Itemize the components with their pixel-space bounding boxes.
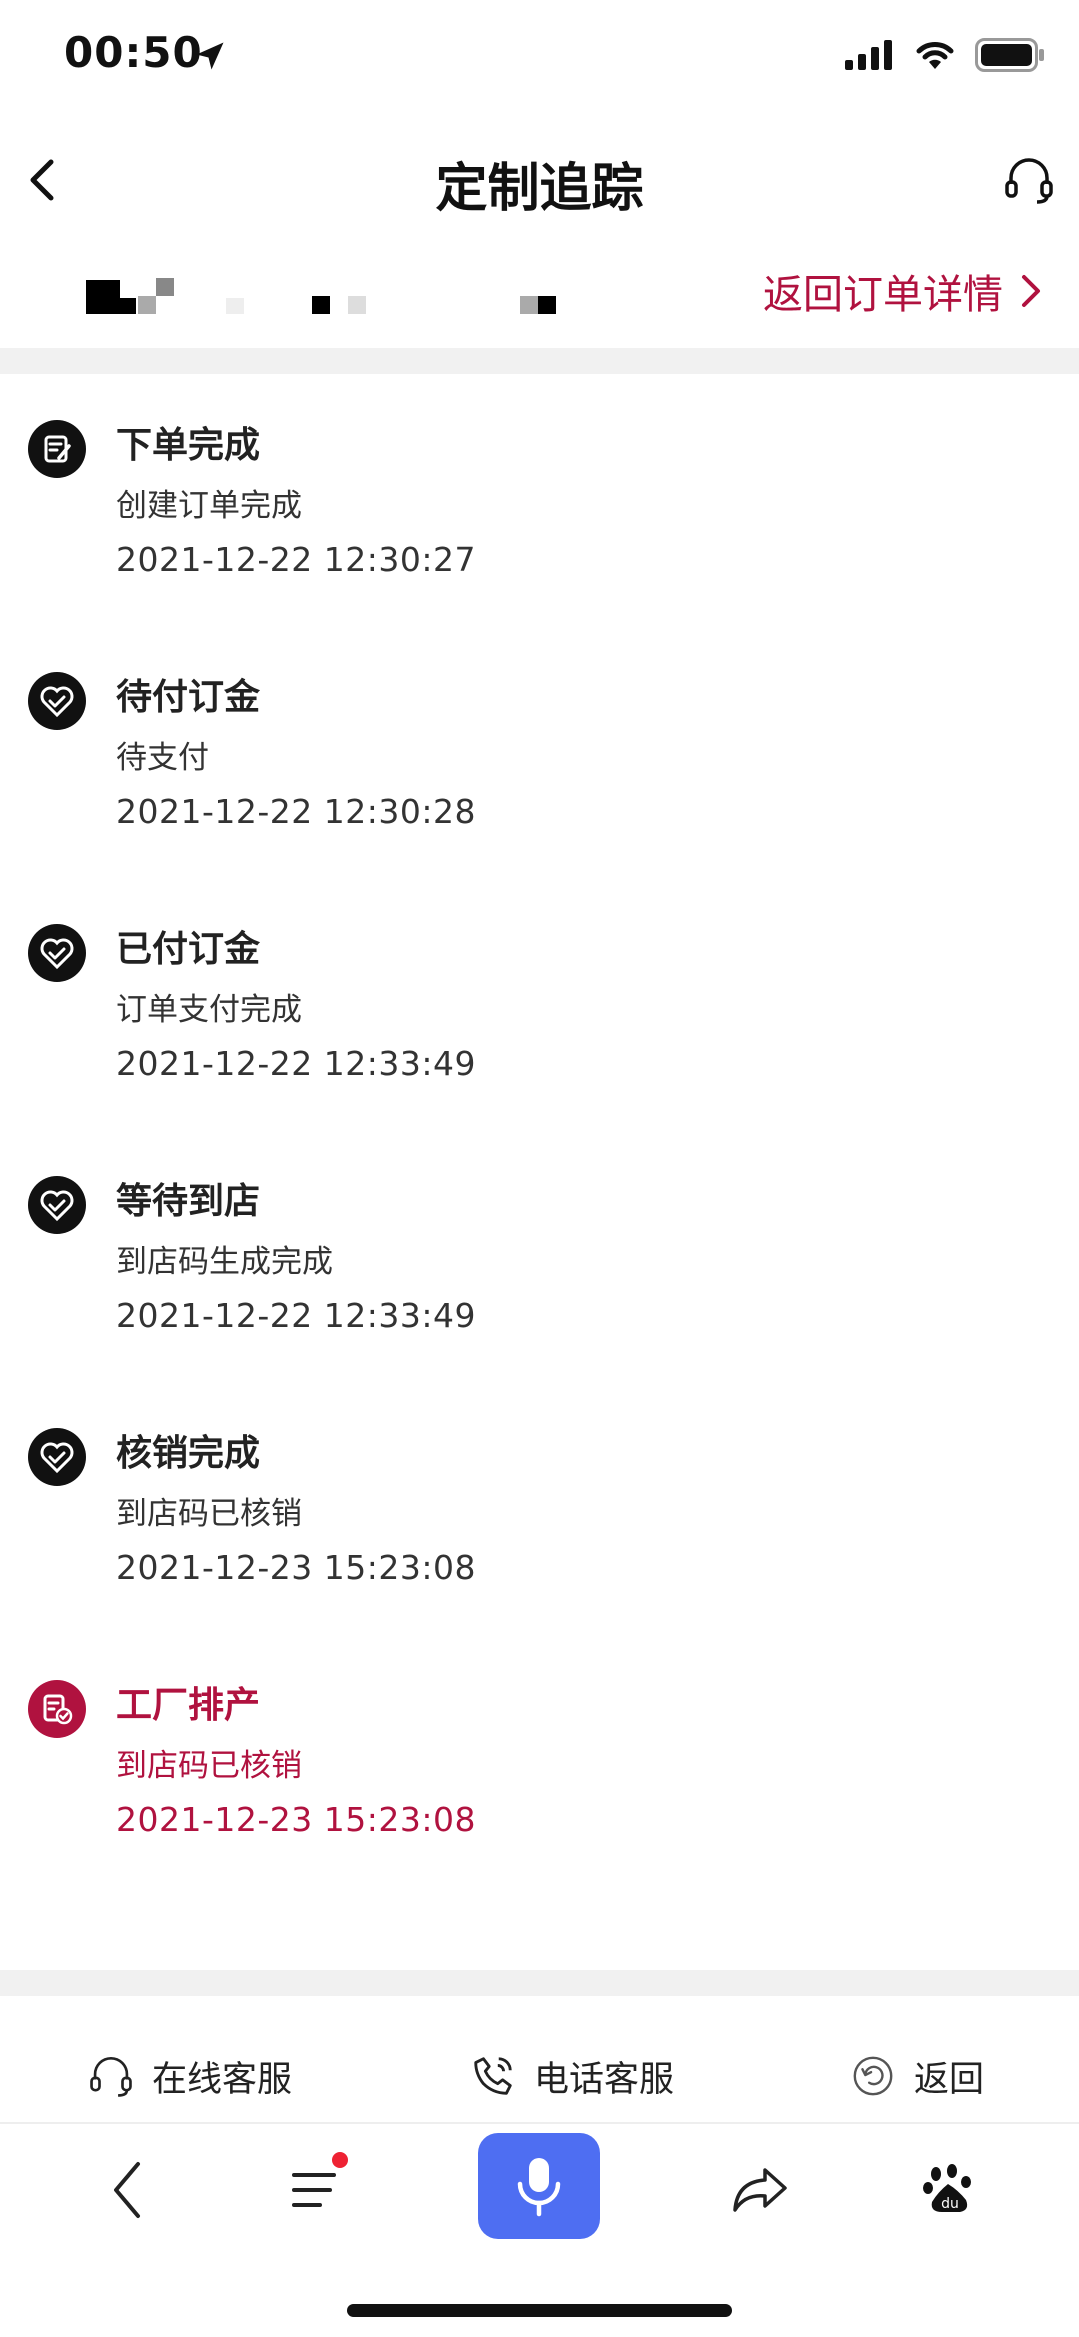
back-to-order-detail-link[interactable]: 返回订单详情 — [763, 262, 1043, 320]
chevron-left-icon — [30, 159, 54, 201]
timeline-desc: 创建订单完成 — [116, 488, 302, 524]
timeline-title: 已付订金 — [116, 929, 261, 970]
timeline-title: 核销完成 — [116, 1433, 261, 1474]
timeline-item: 待付订金 待支付 2021-12-22 12:30:28 — [0, 646, 1079, 898]
toolbar-divider — [0, 2122, 1079, 2124]
menu-icon — [292, 2173, 336, 2207]
timeline-item: 已付订金 订单支付完成 2021-12-22 12:33:49 — [0, 898, 1079, 1150]
back-button[interactable] — [12, 150, 72, 210]
timeline-item: 核销完成 到店码已核销 2021-12-23 15:23:08 — [0, 1402, 1079, 1654]
timeline-time: 2021-12-23 15:23:08 — [116, 1800, 476, 1839]
share-arrow-icon — [733, 2168, 787, 2212]
timeline-title: 下单完成 — [116, 425, 261, 466]
timeline-desc: 待支付 — [116, 740, 209, 776]
timeline-desc: 到店码已核销 — [116, 1496, 302, 1532]
share-button[interactable] — [700, 2140, 820, 2240]
baidu-paw-icon: du — [923, 2164, 971, 2212]
menu-button[interactable] — [258, 2140, 378, 2240]
wifi-icon — [916, 42, 954, 69]
online-service-button[interactable]: 在线客服 — [88, 2040, 292, 2112]
customer-service-button[interactable] — [997, 148, 1061, 212]
voice-search-button[interactable] — [478, 2133, 600, 2239]
check-heart-icon — [28, 672, 86, 730]
timeline-time: 2021-12-22 12:30:28 — [116, 792, 476, 831]
status-time: 00:50 — [64, 28, 203, 77]
svg-text:du: du — [941, 2196, 959, 2212]
timeline-time: 2021-12-22 12:30:27 — [116, 540, 476, 579]
phone-service-button[interactable]: 电话客服 — [470, 2040, 674, 2112]
timeline-desc: 到店码生成完成 — [116, 1244, 333, 1280]
browser-back-button[interactable] — [68, 2140, 188, 2240]
headset-icon — [1005, 158, 1053, 204]
check-heart-icon — [28, 1428, 86, 1486]
return-label: 返回 — [914, 2059, 985, 2100]
chevron-left-icon — [114, 2162, 140, 2218]
timeline-item: 等待到店 到店码生成完成 2021-12-22 12:33:49 — [0, 1150, 1079, 1402]
section-divider — [0, 348, 1079, 374]
baidu-home-button[interactable]: du — [888, 2140, 1008, 2240]
microphone-icon — [517, 2158, 561, 2217]
undo-circle-icon — [853, 2056, 893, 2096]
home-indicator — [347, 2304, 732, 2317]
redacted-order-number — [86, 272, 566, 320]
timeline-time: 2021-12-23 15:23:08 — [116, 1548, 476, 1587]
timeline-title: 工厂排产 — [116, 1685, 261, 1726]
check-heart-icon — [28, 1176, 86, 1234]
location-arrow-icon — [192, 38, 228, 78]
order-form-icon — [28, 420, 86, 478]
factory-check-icon — [28, 1680, 86, 1738]
status-icons — [845, 38, 1045, 72]
back-to-order-detail-label: 返回订单详情 — [763, 272, 1003, 318]
check-heart-icon — [28, 924, 86, 982]
timeline-item-current: 工厂排产 到店码已核销 2021-12-23 15:23:08 — [0, 1654, 1079, 1906]
return-button[interactable]: 返回 — [850, 2040, 984, 2112]
notification-dot — [332, 2152, 348, 2168]
timeline-title: 等待到店 — [116, 1181, 261, 1222]
timeline-item: 下单完成 创建订单完成 2021-12-22 12:30:27 — [0, 394, 1079, 646]
phone-icon — [474, 2057, 512, 2095]
phone-service-label: 电话客服 — [534, 2059, 675, 2100]
timeline-time: 2021-12-22 12:33:49 — [116, 1296, 476, 1335]
battery-icon — [975, 38, 1044, 72]
timeline-time: 2021-12-22 12:33:49 — [116, 1044, 476, 1083]
headset-icon — [90, 2056, 132, 2097]
timeline-desc: 订单支付完成 — [116, 992, 302, 1028]
page-title: 定制追踪 — [435, 159, 644, 219]
timeline-title: 待付订金 — [116, 677, 261, 718]
online-service-label: 在线客服 — [152, 2059, 293, 2100]
timeline-desc: 到店码已核销 — [116, 1748, 302, 1784]
section-divider — [0, 1970, 1079, 1996]
chevron-right-icon — [1022, 275, 1040, 307]
cellular-signal-icon — [845, 40, 892, 70]
